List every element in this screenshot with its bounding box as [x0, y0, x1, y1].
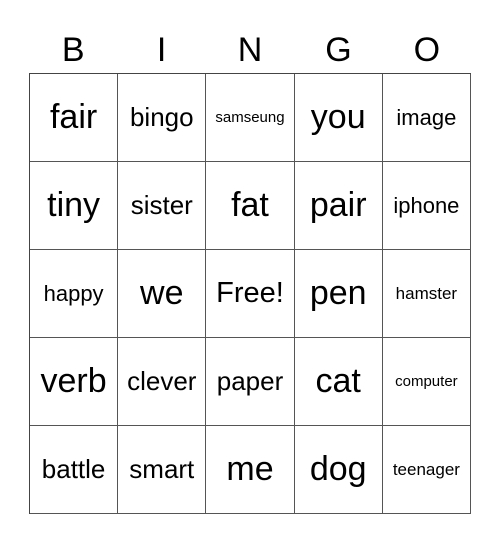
bingo-board: fair bingo samseung you image tiny siste… — [29, 73, 471, 514]
bingo-cell[interactable]: clever — [118, 338, 207, 426]
bingo-cell[interactable]: cat — [294, 338, 383, 426]
bingo-cell[interactable]: dog — [294, 426, 383, 514]
bingo-cell[interactable]: battle — [30, 426, 119, 514]
header-letter-b: B — [61, 31, 85, 69]
bingo-cell[interactable]: smart — [118, 426, 207, 514]
header-letter-o: O — [413, 31, 441, 69]
bingo-cell[interactable]: verb — [30, 338, 119, 426]
bingo-cell[interactable]: iphone — [382, 162, 471, 250]
bingo-header: B I N G O — [29, 28, 471, 72]
free-space[interactable]: Free! — [206, 250, 295, 338]
bingo-cell[interactable]: bingo — [118, 74, 207, 162]
bingo-cell[interactable]: pen — [294, 250, 383, 338]
bingo-cell[interactable]: tiny — [30, 162, 119, 250]
bingo-cell[interactable]: fair — [30, 74, 119, 162]
bingo-cell[interactable]: hamster — [382, 250, 471, 338]
header-letter-i: I — [156, 31, 167, 69]
header-letter-g: G — [325, 31, 352, 69]
bingo-cell[interactable]: computer — [382, 338, 471, 426]
bingo-cell[interactable]: you — [294, 74, 383, 162]
bingo-cell[interactable]: happy — [30, 250, 119, 338]
bingo-cell[interactable]: pair — [294, 162, 383, 250]
bingo-cell[interactable]: we — [118, 250, 207, 338]
bingo-cell[interactable]: samseung — [206, 74, 295, 162]
bingo-cell[interactable]: sister — [118, 162, 207, 250]
bingo-cell[interactable]: image — [382, 74, 471, 162]
header-letter-n: N — [237, 31, 263, 69]
bingo-cell[interactable]: paper — [206, 338, 295, 426]
bingo-cell[interactable]: fat — [206, 162, 295, 250]
bingo-cell[interactable]: me — [206, 426, 295, 514]
bingo-cell[interactable]: teenager — [382, 426, 471, 514]
